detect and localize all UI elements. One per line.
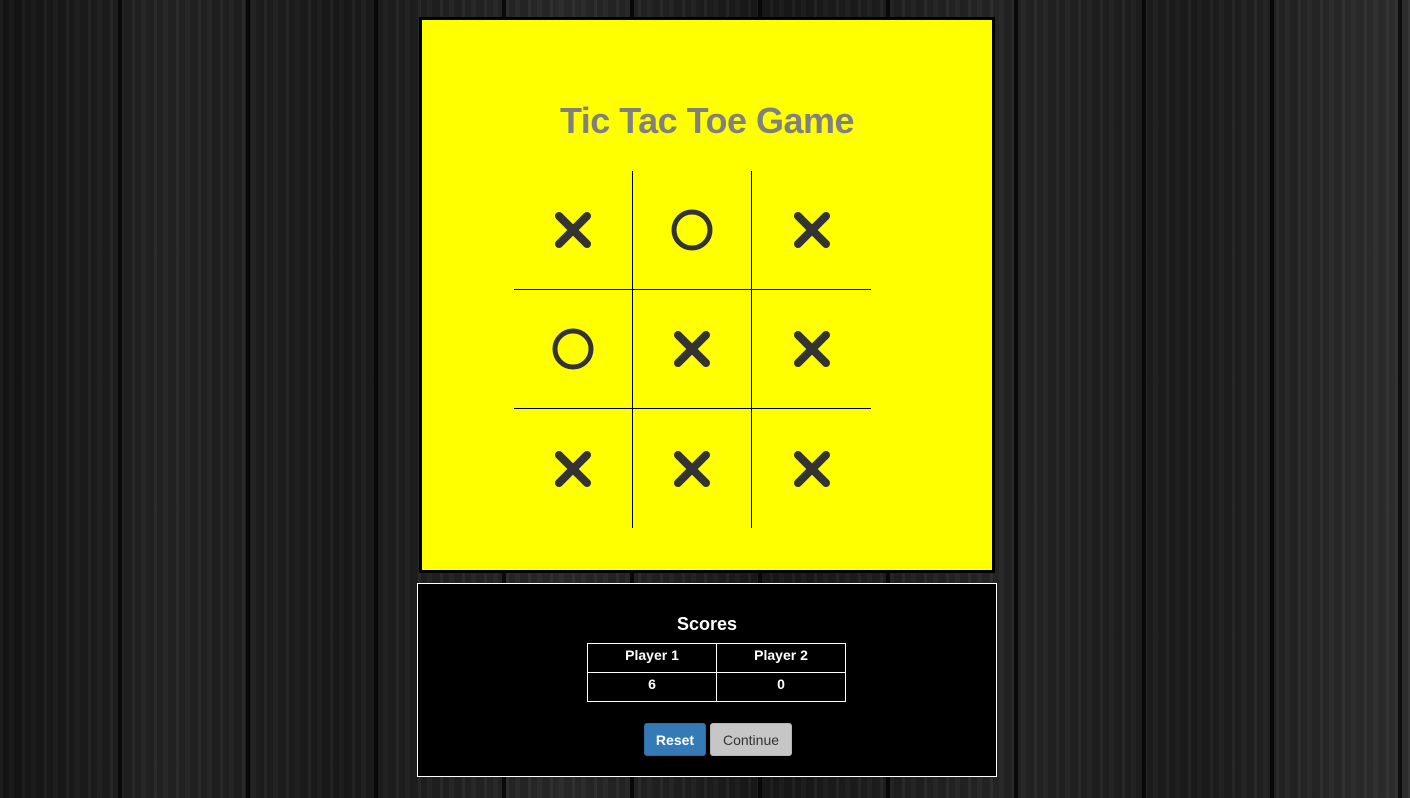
board-cell[interactable] — [514, 171, 633, 290]
x-mark-icon — [552, 209, 594, 251]
scores-table: Player 1 Player 2 6 0 — [587, 643, 846, 702]
tic-tac-toe-grid — [514, 171, 871, 528]
scores-title: Scores — [676, 614, 738, 634]
player-2-header: Player 2 — [716, 643, 846, 673]
continue-button[interactable]: Continue — [710, 723, 792, 756]
scores-value-row: 6 0 — [587, 672, 846, 702]
board-cell[interactable] — [514, 290, 633, 409]
x-mark-icon — [791, 448, 833, 490]
player-1-header: Player 1 — [587, 643, 717, 673]
player-2-score: 0 — [716, 672, 846, 702]
x-mark-icon — [791, 209, 833, 251]
x-mark-icon — [552, 448, 594, 490]
board-cell[interactable] — [752, 409, 871, 528]
board-cell[interactable] — [633, 409, 752, 528]
reset-button[interactable]: Reset — [644, 723, 706, 756]
board-cell[interactable] — [752, 171, 871, 290]
game-board-panel: Tic Tac Toe Game — [419, 17, 995, 573]
x-mark-icon — [671, 448, 713, 490]
game-title: Tic Tac Toe Game — [559, 100, 855, 141]
o-mark-icon — [552, 328, 594, 370]
scores-header-row: Player 1 Player 2 — [587, 643, 846, 673]
board-cell[interactable] — [514, 409, 633, 528]
o-mark-icon — [671, 209, 713, 251]
scores-panel: Scores Player 1 Player 2 6 0 Reset Conti… — [417, 583, 997, 777]
x-mark-icon — [671, 328, 713, 370]
board-cell[interactable] — [752, 290, 871, 409]
x-mark-icon — [791, 328, 833, 370]
player-1-score: 6 — [587, 672, 717, 702]
board-cell[interactable] — [633, 290, 752, 409]
board-cell[interactable] — [633, 171, 752, 290]
